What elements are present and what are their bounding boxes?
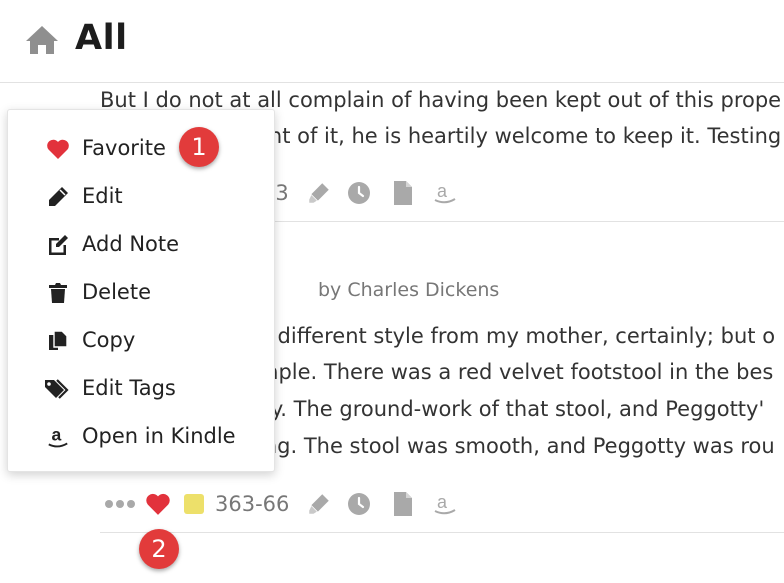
heart-icon	[47, 139, 69, 159]
menu-item-label: Copy	[82, 328, 136, 352]
menu-item-edit[interactable]: Edit	[8, 174, 274, 220]
menu-item-label: Edit Tags	[82, 376, 176, 400]
clock-icon[interactable]	[347, 181, 371, 205]
home-icon[interactable]	[24, 24, 60, 56]
amazon-icon[interactable]: a	[433, 491, 457, 517]
copy-icon	[49, 330, 68, 350]
divider	[100, 532, 784, 533]
header-bar: All	[0, 0, 784, 83]
highlight-text-line: ay. The ground-work of that stool, and P…	[258, 397, 765, 421]
location-label: 363-66	[215, 492, 290, 516]
callout-badge: 1	[179, 127, 219, 167]
menu-item-label: Favorite	[82, 136, 166, 160]
menu-item-open-in-kindle[interactable]: a Open in Kindle	[8, 414, 274, 460]
menu-item-favorite[interactable]: Favorite	[8, 126, 274, 172]
tags-icon	[45, 379, 69, 399]
highlighter-icon[interactable]	[306, 491, 332, 517]
highlight-text-line: ent of it, he is heartily welcome to kee…	[256, 124, 782, 148]
highlight-color-swatch[interactable]	[184, 494, 204, 514]
book-author: by Charles Dickens	[318, 279, 500, 301]
menu-item-add-note[interactable]: Add Note	[8, 222, 274, 268]
page-title: All	[75, 18, 128, 58]
heart-icon[interactable]	[145, 492, 171, 516]
note-edit-icon	[49, 235, 68, 255]
context-menu: Favorite Edit Add Note Delete Copy Edit …	[7, 109, 275, 472]
file-icon[interactable]	[393, 180, 413, 206]
menu-item-label: Delete	[82, 280, 151, 304]
trash-icon	[49, 283, 67, 303]
pencil-icon	[49, 187, 68, 206]
menu-item-edit-tags[interactable]: Edit Tags	[8, 366, 274, 412]
callout-badge: 2	[139, 529, 179, 569]
svg-text:a: a	[437, 492, 448, 512]
svg-text:a: a	[52, 425, 62, 445]
menu-item-label: Open in Kindle	[82, 424, 236, 448]
menu-item-delete[interactable]: Delete	[8, 270, 274, 316]
clock-icon[interactable]	[347, 492, 371, 516]
menu-item-label: Edit	[82, 184, 123, 208]
more-options-icon[interactable]	[104, 498, 136, 510]
highlight-text-line: a different style from my mother, certai…	[258, 324, 776, 348]
amazon-icon: a	[48, 425, 68, 448]
highlighter-icon[interactable]	[306, 180, 332, 206]
amazon-icon[interactable]: a	[433, 180, 457, 206]
svg-text:a: a	[437, 181, 448, 201]
menu-item-copy[interactable]: Copy	[8, 318, 274, 364]
highlight-text-line: ing. The stool was smooth, and Peggotty …	[258, 434, 775, 458]
file-icon[interactable]	[393, 491, 413, 517]
highlight-text-line: mple. There was a red velvet footstool i…	[258, 360, 774, 384]
menu-item-label: Add Note	[82, 232, 180, 256]
